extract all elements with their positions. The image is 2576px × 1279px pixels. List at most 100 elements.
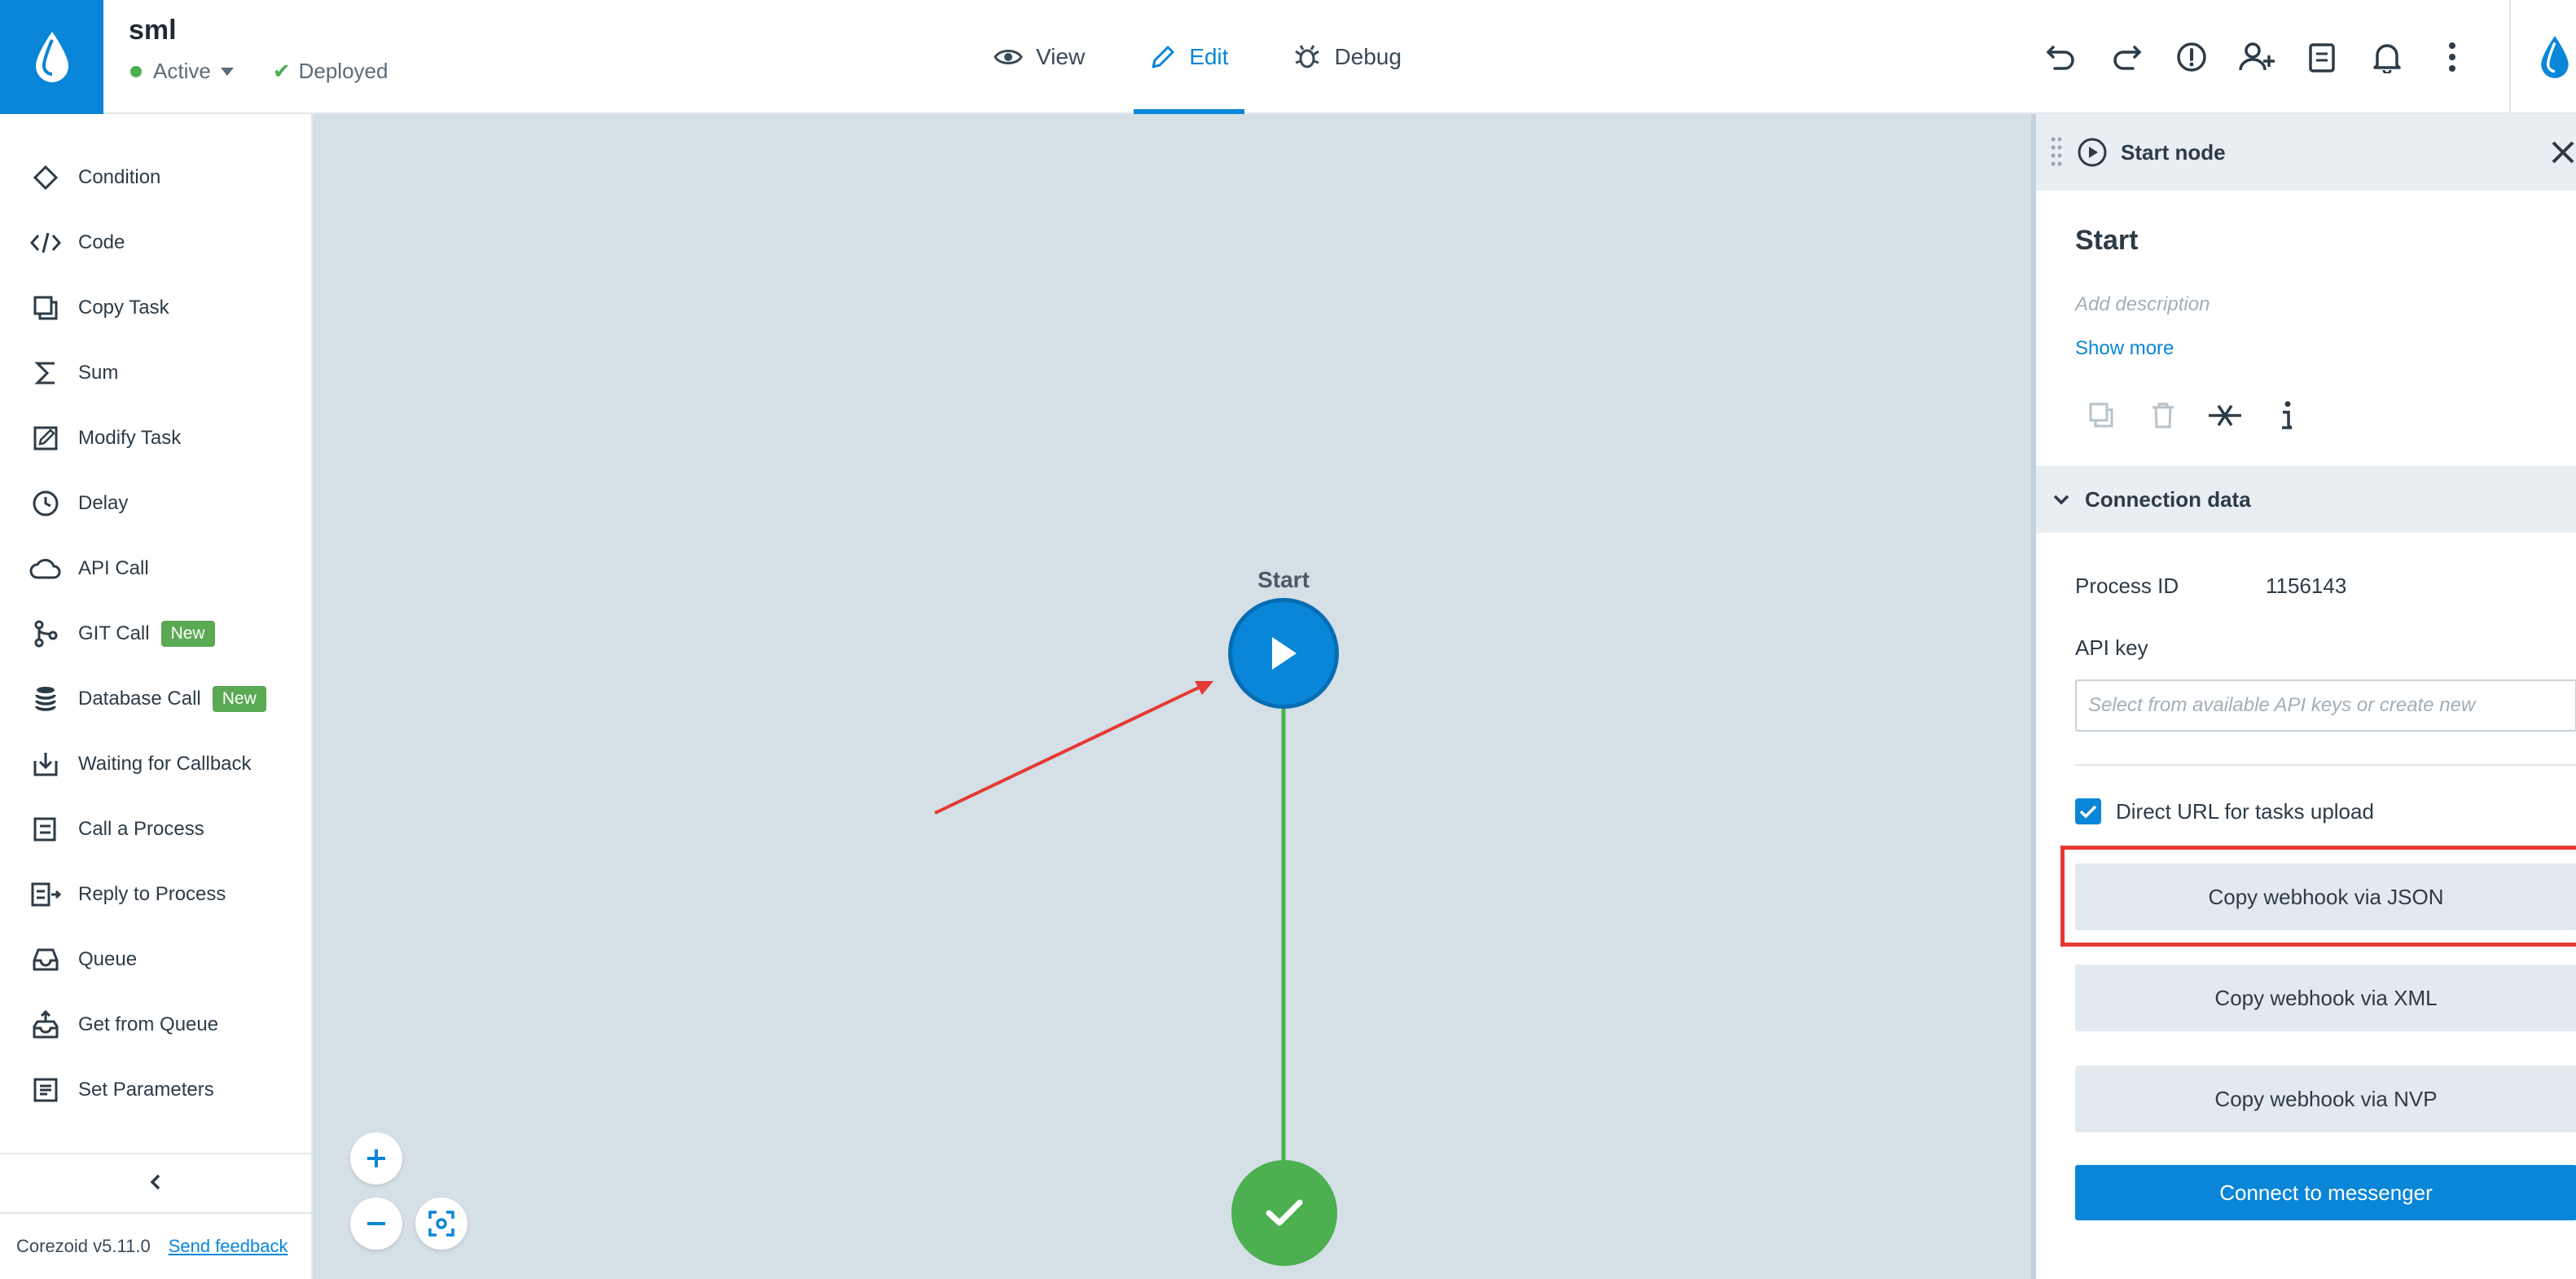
corezoid-logo[interactable]: [0, 0, 103, 114]
add-user-icon[interactable]: [2224, 24, 2289, 90]
divider: [2075, 764, 2576, 766]
sidebar-item-label: Database Call: [78, 688, 201, 710]
sidebar-item-label: Copy Task: [78, 297, 169, 319]
node-toolbar: [2070, 391, 2318, 440]
reply-process-icon: [29, 878, 62, 911]
connect-to-messenger-button[interactable]: Connect to messenger: [2075, 1165, 2576, 1220]
sidebar-item-label: Get from Queue: [78, 1013, 219, 1035]
tab-view-label: View: [1036, 44, 1086, 69]
undo-icon[interactable]: [2029, 24, 2094, 90]
start-node[interactable]: [1228, 598, 1339, 709]
copy-webhook-xml-button[interactable]: Copy webhook via XML: [2075, 965, 2576, 1031]
show-more-link[interactable]: Show more: [2075, 337, 2174, 360]
sidebar-item-label: API Call: [78, 557, 149, 579]
diamond-icon: [29, 161, 62, 194]
info-icon[interactable]: [2256, 391, 2318, 440]
database-icon: [29, 683, 62, 715]
trash-icon[interactable]: [2132, 391, 2194, 440]
deploy-status-label: Deployed: [298, 59, 388, 83]
copy-webhook-nvp-button[interactable]: Copy webhook via NVP: [2075, 1066, 2576, 1132]
sidebar-footer: Corezoid v5.11.0 Send feedback: [0, 1212, 311, 1279]
node-title[interactable]: Start: [2075, 225, 2138, 257]
clock-icon: [29, 487, 62, 520]
process-canvas[interactable]: Start: [313, 114, 2031, 1279]
description-field[interactable]: Add description: [2075, 293, 2210, 316]
sidebar-item-label: Call a Process: [78, 818, 204, 840]
sidebar-item-sum[interactable]: Sum: [0, 341, 311, 406]
sidebar-item-label: Modify Task: [78, 427, 182, 449]
sidebar-item-set-parameters[interactable]: Set Parameters: [0, 1057, 311, 1123]
play-icon: [1272, 637, 1297, 670]
api-key-select[interactable]: [2075, 679, 2576, 732]
chevron-down-icon: [2053, 494, 2069, 505]
sidebar-item-queue[interactable]: Queue: [0, 927, 311, 992]
top-header: sml Active ✔ Deployed View Edit Debug: [0, 0, 2576, 114]
bug-icon: [1295, 45, 1320, 68]
status-dropdown[interactable]: Active: [153, 59, 211, 84]
panel-title: Start node: [2121, 139, 2226, 165]
chevron-left-icon: [150, 1174, 160, 1190]
api-key-label: API key: [2075, 635, 2148, 660]
version-label: Corezoid v5.11.0: [16, 1236, 151, 1256]
end-node[interactable]: [1231, 1160, 1337, 1266]
node-palette-sidebar: Condition Code Copy Task Sum Modify Task…: [0, 114, 313, 1279]
sidebar-item-database-call[interactable]: Database Call New: [0, 666, 311, 732]
panel-header: Start node: [2036, 114, 2576, 191]
direct-url-checkbox[interactable]: [2075, 798, 2101, 824]
sidebar-item-reply-to-process[interactable]: Reply to Process: [0, 862, 311, 927]
sidebar-item-git-call[interactable]: GIT Call New: [0, 601, 311, 666]
sidebar-item-label: Code: [78, 231, 125, 253]
call-process-icon: [29, 813, 62, 846]
check-icon: ✔: [272, 59, 291, 83]
download-tray-icon: [29, 748, 62, 780]
duplicate-icon[interactable]: [2070, 391, 2132, 440]
sidebar-item-call-a-process[interactable]: Call a Process: [0, 797, 311, 862]
sidebar-item-waiting-for-callback[interactable]: Waiting for Callback: [0, 732, 311, 797]
sigma-icon: [29, 357, 62, 389]
node-properties-panel: Start node Start Add description Show mo…: [2031, 114, 2576, 1279]
fit-to-screen-button[interactable]: [415, 1198, 467, 1250]
deploy-status: ✔ Deployed: [273, 59, 388, 84]
minus-icon: [367, 1222, 385, 1225]
tab-view[interactable]: View: [977, 0, 1101, 114]
zoom-out-button[interactable]: [350, 1198, 402, 1250]
process-id-value: 1156143: [2266, 574, 2347, 598]
tab-edit[interactable]: Edit: [1134, 0, 1245, 114]
direct-url-option[interactable]: Direct URL for tasks upload: [2075, 798, 2374, 824]
sidebar-item-api-call[interactable]: API Call: [0, 536, 311, 601]
copy-icon: [29, 292, 62, 324]
send-feedback-link[interactable]: Send feedback: [169, 1236, 288, 1257]
start-node-label: Start: [1257, 567, 1310, 592]
sidebar-item-condition[interactable]: Condition: [0, 145, 311, 210]
bell-icon[interactable]: [2354, 24, 2420, 90]
pencil-icon: [1152, 46, 1174, 68]
connection-data-section[interactable]: Connection data: [2036, 466, 2576, 533]
sidebar-item-label: Delay: [78, 492, 129, 514]
close-icon[interactable]: [2547, 132, 2576, 173]
collapse-sidebar-button[interactable]: [0, 1153, 311, 1210]
sidebar-item-get-from-queue[interactable]: Get from Queue: [0, 992, 311, 1057]
copy-webhook-json-button[interactable]: Copy webhook via JSON: [2075, 864, 2576, 930]
focus-icon: [428, 1211, 454, 1237]
tab-debug[interactable]: Debug: [1277, 0, 1418, 114]
clipboard-icon[interactable]: [2289, 24, 2354, 90]
sidebar-item-copy-task[interactable]: Copy Task: [0, 275, 311, 341]
new-badge: New: [212, 686, 266, 712]
sidebar-item-code[interactable]: Code: [0, 210, 311, 275]
cloud-icon: [29, 552, 62, 585]
sidebar-item-label: Queue: [78, 948, 138, 970]
sidebar-item-delay[interactable]: Delay: [0, 471, 311, 536]
disconnect-icon[interactable]: [2194, 391, 2256, 440]
sidebar-item-modify-task[interactable]: Modify Task: [0, 406, 311, 471]
chevron-down-icon[interactable]: [220, 67, 234, 76]
alert-icon[interactable]: [2159, 24, 2224, 90]
app-logo-icon[interactable]: [2512, 0, 2576, 114]
canvas-graph: [934, 652, 1286, 1165]
eye-icon: [994, 50, 1023, 64]
more-vertical-icon[interactable]: [2420, 24, 2485, 90]
drag-handle-icon[interactable]: [2051, 136, 2062, 169]
redo-icon[interactable]: [2094, 24, 2159, 90]
zoom-in-button[interactable]: [350, 1132, 402, 1185]
process-title: sml: [129, 15, 177, 46]
node-palette-list: Condition Code Copy Task Sum Modify Task…: [0, 114, 311, 1149]
